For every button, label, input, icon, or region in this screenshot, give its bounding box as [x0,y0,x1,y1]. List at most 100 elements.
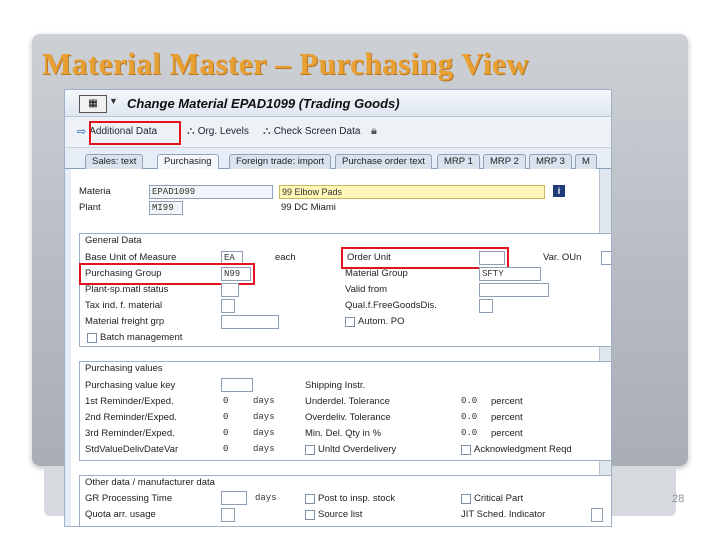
material-group-field[interactable]: SFTY [479,267,541,281]
window-titlebar: ▦ ▼ Change Material EPAD1099 (Trading Go… [65,90,611,117]
reminder1-value[interactable]: 0 [223,396,228,406]
shipping-instr-label: Shipping Instr. [305,380,366,391]
gr-processing-time-field[interactable] [221,491,247,505]
page-number: 28 [672,493,685,505]
window-title: Change Material EPAD1099 (Trading Goods) [127,96,400,111]
reminder1-unit: days [253,396,275,406]
org-levels-label: Org. Levels [197,125,249,137]
jit-sched-indicator-label: JIT Sched. Indicator [461,509,546,520]
org-levels-button[interactable]: ⛬ Org. Levels [187,123,249,139]
jit-sched-indicator-field[interactable] [591,508,603,522]
unltd-overdelivery-checkbox[interactable] [305,445,315,455]
tax-ind-label: Tax ind. f. material [85,300,163,311]
tab-sales-text[interactable]: Sales: text [85,154,144,169]
org-levels-icon: ⛬ [187,124,195,137]
gr-processing-time-label: GR Processing Time [85,493,173,504]
overdel-tolerance-value[interactable]: 0.0 [461,412,477,422]
stdval-deliv-value[interactable]: 0 [223,444,228,454]
check-screen-icon: ⛬ [263,124,271,137]
tab-strip: Sales: text Purchasing Foreign trade: im… [65,152,611,169]
other-data-title: Other data / manufacturer data [85,477,215,488]
var-oun-field[interactable] [601,251,611,265]
unltd-overdelivery-label: Unltd Overdelivery [318,444,397,455]
tab-mrp1[interactable]: MRP 1 [437,154,480,169]
source-list-label: Source list [318,509,363,520]
stdval-deliv-label: StdValueDelivDateVar [85,444,179,455]
acknowledgment-label: Acknowledgment Reqd [474,444,572,455]
critical-part-checkbox[interactable] [461,494,471,504]
qual-free-goods-label: Qual.f.FreeGoodsDis. [345,300,437,311]
tab-mrp2[interactable]: MRP 2 [483,154,526,169]
material-description-field[interactable]: 99 Elbow Pads [279,185,545,199]
var-oun-label: Var. OUn [543,252,582,263]
highlight-order-unit [341,247,509,269]
min-del-qty-label: Min. Del. Qty in % [305,428,382,439]
base-uom-label: Base Unit of Measure [85,252,177,263]
vertical-scrollbar[interactable] [599,169,611,526]
min-del-qty-unit: percent [491,428,523,439]
autom-po-label: Autom. PO [358,316,405,327]
reminder3-value[interactable]: 0 [223,428,228,438]
content-panel [71,169,599,526]
min-del-qty-value[interactable]: 0.0 [461,428,477,438]
overdel-tolerance-unit: percent [491,412,523,423]
freight-group-field[interactable] [221,315,279,329]
highlight-additional-data [89,121,181,145]
tab-purchase-order-text[interactable]: Purchase order text [335,154,432,169]
freight-group-label: Material freight grp [85,316,165,327]
underdel-tolerance-value[interactable]: 0.0 [461,396,477,406]
source-list-checkbox[interactable] [305,510,315,520]
stdval-deliv-unit: days [253,444,275,454]
tab-purchasing[interactable]: Purchasing [157,154,219,169]
tab-more[interactable]: M [575,154,597,169]
arrow-right-icon: ⇨ [77,125,87,138]
tab-mrp3[interactable]: MRP 3 [529,154,572,169]
quota-arr-usage-field[interactable] [221,508,235,522]
reminder3-unit: days [253,428,275,438]
batch-management-checkbox[interactable] [87,333,97,343]
gr-processing-time-unit: days [255,493,277,503]
base-uom-text: each [275,252,296,263]
plant-field[interactable]: MI99 [149,201,183,215]
reminder1-label: 1st Reminder/Exped. [85,396,174,407]
post-insp-stock-label: Post to insp. stock [318,493,396,504]
purchasing-value-key-label: Purchasing value key [85,380,176,391]
material-group-label: Material Group [345,268,408,279]
plant-description: 99 DC Miami [281,202,336,213]
valid-from-label: Valid from [345,284,388,295]
post-insp-stock-checkbox[interactable] [305,494,315,504]
reminder2-label: 2nd Reminder/Exped. [85,412,177,423]
tax-ind-field[interactable] [221,299,235,313]
slide-title: Material Master – Purchasing View [42,46,530,81]
highlight-purchasing-group [79,263,255,285]
plant-status-label: Plant-sp.matl status [85,284,169,295]
window-menu-icon[interactable]: ▦ [79,95,107,113]
autom-po-checkbox[interactable] [345,317,355,327]
check-screen-data-button[interactable]: ⛬ Check Screen Data [263,123,360,139]
lock-icon: 🔒︎ [371,124,377,137]
purchasing-values-title: Purchasing values [85,363,163,374]
underdel-tolerance-label: Underdel. Tolerance [305,396,390,407]
plant-status-field[interactable] [221,283,239,297]
batch-management-label: Batch management [100,332,183,343]
valid-from-field[interactable] [479,283,549,297]
acknowledgment-checkbox[interactable] [461,445,471,455]
check-screen-data-label: Check Screen Data [273,125,361,137]
overdel-tolerance-label: Overdeliv. Tolerance [305,412,391,423]
lock-button[interactable]: 🔒︎ [371,123,377,139]
info-icon[interactable]: i [553,185,565,197]
general-data-title: General Data [85,235,142,246]
plant-label: Plant [79,202,101,213]
reminder2-value[interactable]: 0 [223,412,228,422]
sap-window: ▦ ▼ Change Material EPAD1099 (Trading Go… [64,89,612,527]
reminder2-unit: days [253,412,275,422]
quota-arr-usage-label: Quota arr. usage [85,509,156,520]
reminder3-label: 3rd Reminder/Exped. [85,428,175,439]
qual-free-goods-field[interactable] [479,299,493,313]
chevron-down-icon[interactable]: ▼ [109,96,118,106]
critical-part-label: Critical Part [474,493,524,504]
tab-foreign-trade[interactable]: Foreign trade: import [229,154,332,169]
material-field[interactable]: EPAD1099 [149,185,273,199]
purchasing-value-key-field[interactable] [221,378,253,392]
underdel-tolerance-unit: percent [491,396,523,407]
